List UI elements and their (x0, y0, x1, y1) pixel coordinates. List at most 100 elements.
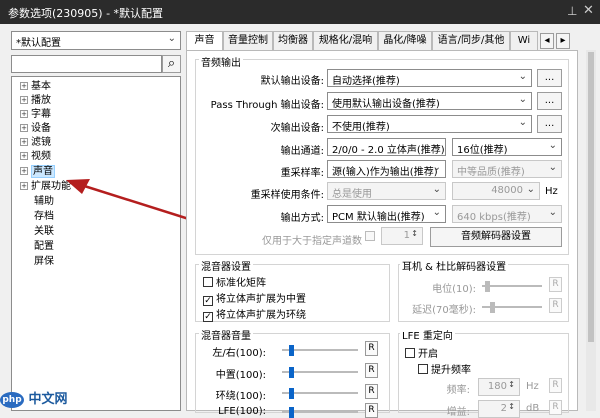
stereo-to-surround-checkbox[interactable]: ✓ 将立体声扩展为环绕 (203, 306, 306, 322)
tree-item-playback[interactable]: + 播放 (20, 94, 51, 107)
sample-rate-select[interactable]: 48000 ⌄ (452, 182, 540, 200)
scrollbar-thumb[interactable] (588, 52, 594, 342)
close-icon[interactable]: ✕ (583, 3, 594, 18)
tree-item-archive[interactable]: 存档 (34, 210, 54, 223)
resampler-select[interactable]: 源(输入)作为输出(推荐) ⌄ (327, 160, 446, 178)
quality-select[interactable]: 中等品质(推荐) ⌄ (452, 160, 562, 178)
channel-threshold-checkbox[interactable] (365, 231, 375, 241)
tab-audio[interactable]: 声音 (186, 31, 223, 51)
lfe-volume-slider[interactable] (282, 407, 358, 418)
slider-thumb[interactable] (490, 302, 495, 313)
output-mode-label: 输出方式: (280, 213, 324, 224)
tab-language[interactable]: 语言/同步/其他 (432, 31, 510, 50)
default-device-more-button[interactable]: ... (537, 69, 562, 87)
window-title: 参数选项(230905) - *默认配置 (8, 7, 164, 20)
tab-more[interactable]: Wi (510, 31, 538, 50)
tree-item-config[interactable]: 配置 (34, 240, 54, 253)
secondary-device-label: 次输出设备: (270, 123, 324, 134)
lfe-enable-checkbox[interactable]: 开启 (405, 345, 438, 360)
lfe-frequency-reset-button[interactable]: R (549, 378, 562, 393)
expand-icon[interactable]: + (20, 182, 28, 190)
tree-item-audio[interactable]: + 声音 (20, 165, 55, 178)
slider-thumb[interactable] (289, 345, 294, 356)
audio-decoder-settings-button[interactable]: 音频解码器设置 (430, 227, 562, 247)
surround-reset-button[interactable]: R (365, 384, 378, 399)
tree-item-label: 播放 (31, 95, 51, 106)
expand-icon[interactable]: + (20, 82, 28, 90)
expand-icon[interactable]: + (20, 152, 28, 160)
stereo-to-center-checkbox[interactable]: ✓ 将立体声扩展为中置 (203, 290, 306, 306)
vertical-scrollbar[interactable] (586, 50, 596, 411)
boost-frequency-checkbox[interactable]: 提升频率 (418, 361, 471, 376)
resampler-value: 源(输入)作为输出(推荐) (332, 167, 438, 178)
audio-output-group (195, 59, 569, 255)
bit-depth-select[interactable]: 16位(推荐) ⌄ (452, 138, 562, 156)
expand-icon[interactable]: + (20, 124, 28, 132)
channel-threshold-label: 仅用于大于指定声道数 (262, 236, 362, 247)
expand-icon[interactable]: + (20, 138, 28, 146)
surround-volume-slider[interactable] (282, 388, 358, 399)
lr-reset-button[interactable]: R (365, 341, 378, 356)
delay-slider[interactable] (482, 302, 542, 313)
tree-item-subtitles[interactable]: + 字幕 (20, 108, 51, 121)
tree-item-association[interactable]: 关联 (34, 225, 54, 238)
slider-thumb[interactable] (289, 388, 294, 399)
level-slider[interactable] (482, 281, 542, 292)
tab-equalizer[interactable]: 均衡器 (273, 31, 313, 50)
spin-icon: ↕ (508, 402, 515, 411)
lfe-frequency-label: 频率: (446, 385, 470, 396)
tab-volume[interactable]: 音量控制 (223, 31, 273, 50)
level-reset-button[interactable]: R (549, 277, 562, 292)
channels-select[interactable]: 2/0/0 - 2.0 立体声(推荐) ⌄ (327, 138, 446, 156)
tree-item-basic[interactable]: + 基本 (20, 80, 51, 93)
slider-thumb[interactable] (485, 281, 490, 292)
tab-crystal[interactable]: 晶化/降噪 (378, 31, 432, 50)
tab-prev-icon[interactable]: ◂ (540, 33, 554, 49)
chevron-down-icon: ⌄ (167, 33, 176, 44)
tree-item-devices[interactable]: + 设备 (20, 122, 51, 135)
output-mode-select[interactable]: PCM 默认输出(推荐) ⌄ (327, 205, 446, 223)
search-input[interactable] (11, 55, 162, 73)
resample-condition-select[interactable]: 总是使用 ⌄ (327, 182, 446, 200)
passthrough-more-button[interactable]: ... (537, 92, 562, 110)
lfe-gain-spin[interactable]: 2 ↕ (478, 400, 520, 418)
pin-icon[interactable]: ⊥ (567, 4, 577, 18)
profile-select[interactable]: *默认配置 ⌄ (11, 31, 181, 50)
expand-icon[interactable]: + (20, 167, 28, 175)
secondary-device-value: 不使用(推荐) (332, 122, 390, 133)
bitrate-select[interactable]: 640 kbps(推荐) ⌄ (452, 205, 562, 223)
expand-icon[interactable]: + (20, 96, 28, 104)
tree-item-label: 视频 (31, 151, 51, 162)
lfe-gain-reset-button[interactable]: R (549, 400, 562, 415)
tree-item-screensaver[interactable]: 屏保 (34, 255, 54, 268)
normalize-matrix-checkbox[interactable]: 标准化矩阵 (203, 274, 266, 289)
chevron-down-icon: ⌄ (518, 117, 527, 128)
channel-threshold-spin[interactable]: 1 ↕ (381, 227, 423, 245)
secondary-device-more-button[interactable]: ... (537, 115, 562, 133)
slider-thumb[interactable] (289, 407, 294, 418)
passthrough-select[interactable]: 使用默认输出设备(推荐) ⌄ (327, 92, 532, 110)
resample-condition-value: 总是使用 (332, 189, 372, 200)
tree-item-label: 配置 (34, 241, 54, 252)
checkmark-icon: ✓ (203, 296, 213, 306)
search-icon[interactable]: ⌕ (162, 55, 181, 73)
tree-item-video[interactable]: + 视频 (20, 150, 51, 163)
sample-rate-value: 48000 (491, 185, 523, 196)
chevron-down-icon: ⌄ (432, 140, 441, 151)
lr-volume-slider[interactable] (282, 345, 358, 356)
default-device-select[interactable]: 自动选择(推荐) ⌄ (327, 69, 532, 87)
secondary-device-select[interactable]: 不使用(推荐) ⌄ (327, 115, 532, 133)
slider-thumb[interactable] (289, 367, 294, 378)
tab-next-icon[interactable]: ▸ (556, 33, 570, 49)
center-volume-slider[interactable] (282, 367, 358, 378)
tree-item-filters[interactable]: + 滤镜 (20, 136, 51, 149)
center-reset-button[interactable]: R (365, 363, 378, 378)
lr-volume-label: 左/右(100): (212, 348, 266, 359)
tree-item-assist[interactable]: 辅助 (34, 195, 54, 208)
lfe-frequency-spin[interactable]: 180 ↕ (478, 378, 520, 396)
expand-icon[interactable]: + (20, 110, 28, 118)
options-tree[interactable]: + 基本 + 播放 + 字幕 + 设备 + 滤镜 + 视频 + 声音 + 扩展功能 辅助 存档 … (11, 76, 181, 411)
delay-reset-button[interactable]: R (549, 298, 562, 313)
tab-normalize[interactable]: 规格化/混响 (313, 31, 378, 50)
center-volume-label: 中置(100): (215, 370, 266, 381)
